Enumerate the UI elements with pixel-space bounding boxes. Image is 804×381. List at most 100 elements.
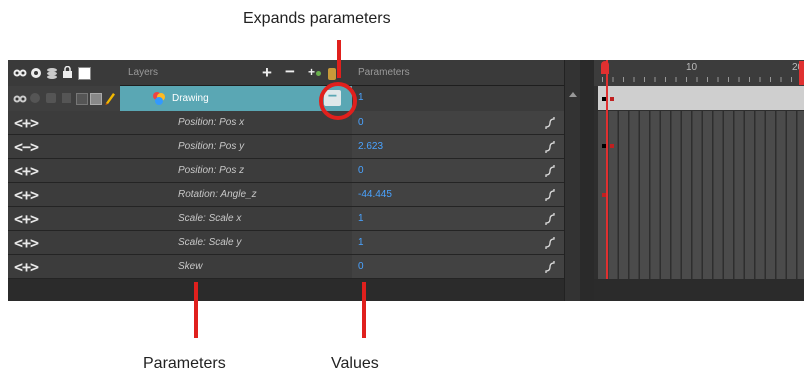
param-name: Position: Pos y <box>178 141 245 152</box>
param-arrows-cell: <+> <box>8 255 120 278</box>
header-controls <box>8 60 120 86</box>
stack-icon[interactable] <box>46 67 58 79</box>
drawing-layer-controls <box>8 86 120 111</box>
panel-divider[interactable] <box>580 60 595 301</box>
ruler-label-10: 10 <box>686 62 698 73</box>
playhead[interactable] <box>606 60 608 301</box>
param-row-pos-x[interactable]: <+> Position: Pos x 0 <box>8 111 564 135</box>
param-row-angle-z[interactable]: <+> Rotation: Angle_z -44.445 <box>8 183 564 207</box>
param-name: Rotation: Angle_z <box>178 189 257 200</box>
layer-swatch-icon[interactable] <box>76 93 88 105</box>
layer-color-icon[interactable] <box>328 68 336 80</box>
param-name-cell: Skew <box>120 255 352 278</box>
layer-stack-icon[interactable] <box>46 93 56 103</box>
param-value[interactable]: 0 <box>358 261 364 272</box>
param-value-cell[interactable]: -44.445 <box>352 183 564 206</box>
param-name: Scale: Scale y <box>178 237 242 248</box>
function-curve-icon[interactable] <box>544 188 556 202</box>
keyframe-nav-arrows[interactable]: <+> <box>14 162 39 180</box>
param-row-pos-z[interactable]: <+> Position: Pos z 0 <box>8 159 564 183</box>
lock-all-icon[interactable] <box>62 66 73 79</box>
drawing-layer-name-cell[interactable]: Drawing − <box>120 86 352 111</box>
drawing-layer-row[interactable]: Drawing − 1 <box>8 86 564 111</box>
drawing-layer-value-cell[interactable]: 1 <box>352 86 564 111</box>
scroll-up-arrow-icon[interactable] <box>569 92 577 97</box>
timeline-cells[interactable]: 10 20 <box>594 60 804 301</box>
layer-show-icon[interactable] <box>13 94 27 104</box>
drawing-layer-icon <box>153 92 165 105</box>
ruler-ticks <box>602 77 798 82</box>
parameters-header-label: Parameters <box>358 67 410 78</box>
param-arrows-cell: <−> <box>8 135 120 158</box>
drawing-layer-name: Drawing <box>172 93 209 104</box>
param-row-scale-x[interactable]: <+> Scale: Scale x 1 <box>8 207 564 231</box>
param-name: Skew <box>178 261 203 272</box>
layer-color-swatch[interactable] <box>90 93 102 105</box>
color-swatch-icon[interactable] <box>78 67 91 80</box>
param-value-cell[interactable]: 1 <box>352 231 564 254</box>
end-marker-icon[interactable] <box>799 61 804 85</box>
param-arrows-cell: <+> <box>8 183 120 206</box>
drawing-layer-value: 1 <box>358 92 364 103</box>
param-arrows-cell: <+> <box>8 231 120 254</box>
param-value[interactable]: 0 <box>358 165 364 176</box>
param-arrows-cell: <+> <box>8 207 120 230</box>
function-curve-icon[interactable] <box>544 236 556 250</box>
function-curve-icon[interactable] <box>544 164 556 178</box>
add-layer-button[interactable]: + <box>262 63 272 83</box>
layer-lock-icon[interactable] <box>62 93 71 103</box>
param-value-cell[interactable]: 1 <box>352 207 564 230</box>
keyframe-nav-arrows[interactable]: <+> <box>14 210 39 228</box>
keyframe-nav-arrows[interactable]: <+> <box>14 258 39 276</box>
function-curve-icon[interactable] <box>544 260 556 274</box>
remove-layer-button[interactable]: − <box>285 62 295 82</box>
param-name-cell: Scale: Scale x <box>120 207 352 230</box>
param-row-pos-y[interactable]: <−> Position: Pos y 2.623 <box>8 135 564 159</box>
param-row-skew[interactable]: <+> Skew 0 <box>8 255 564 279</box>
drawing-dot-icon <box>316 71 322 76</box>
param-name: Position: Pos x <box>178 117 245 128</box>
keyframe-nav-arrows[interactable]: <+> <box>14 186 39 204</box>
keyframe-nav-arrows[interactable]: <−> <box>14 138 39 156</box>
param-cells-area[interactable] <box>598 111 804 279</box>
function-curve-icon[interactable] <box>544 116 556 130</box>
param-value-cell[interactable]: 0 <box>352 255 564 278</box>
param-arrows-cell: <+> <box>8 159 120 182</box>
layer-scrollbar[interactable] <box>564 60 581 301</box>
enable-all-icon[interactable] <box>30 67 42 79</box>
callout-values: Values <box>331 355 379 372</box>
param-name: Position: Pos z <box>178 165 245 176</box>
param-name-cell: Scale: Scale y <box>120 231 352 254</box>
param-value-cell[interactable]: 0 <box>352 111 564 134</box>
param-value-cell[interactable]: 2.623 <box>352 135 564 158</box>
drawing-exposure-row[interactable] <box>598 86 804 110</box>
param-name-cell: Position: Pos x <box>120 111 352 134</box>
frame-ruler[interactable]: 10 20 <box>594 60 804 86</box>
callout-parameters: Parameters <box>143 355 226 372</box>
bottom-empty <box>594 279 804 301</box>
param-name-cell: Position: Pos y <box>120 135 352 158</box>
param-value[interactable]: 2.623 <box>358 141 383 152</box>
param-value[interactable]: -44.445 <box>358 189 392 200</box>
callout-circle-expands <box>319 82 357 120</box>
callout-line-expands <box>337 40 341 78</box>
show-all-icon[interactable] <box>13 68 27 78</box>
pencil-icon[interactable] <box>104 91 116 105</box>
keyframe-nav-arrows[interactable]: <+> <box>14 114 39 132</box>
param-row-scale-y[interactable]: <+> Scale: Scale y 1 <box>8 231 564 255</box>
param-value-cell[interactable]: 0 <box>352 159 564 182</box>
function-curve-icon[interactable] <box>544 212 556 226</box>
keyframe-drawing-red[interactable] <box>610 97 614 101</box>
param-value[interactable]: 1 <box>358 213 364 224</box>
add-drawing-glyph: + <box>308 65 316 79</box>
keyframe-pos-y-red[interactable] <box>610 144 614 148</box>
param-name: Scale: Scale x <box>178 213 242 224</box>
layer-header: Layers + − + Parameters <box>8 60 564 86</box>
keyframe-nav-arrows[interactable]: <+> <box>14 234 39 252</box>
param-name-cell: Rotation: Angle_z <box>120 183 352 206</box>
function-curve-icon[interactable] <box>544 140 556 154</box>
add-drawing-layer-button[interactable]: + <box>308 65 322 79</box>
param-value[interactable]: 0 <box>358 117 364 128</box>
layer-enable-icon[interactable] <box>30 93 40 103</box>
param-value[interactable]: 1 <box>358 237 364 248</box>
